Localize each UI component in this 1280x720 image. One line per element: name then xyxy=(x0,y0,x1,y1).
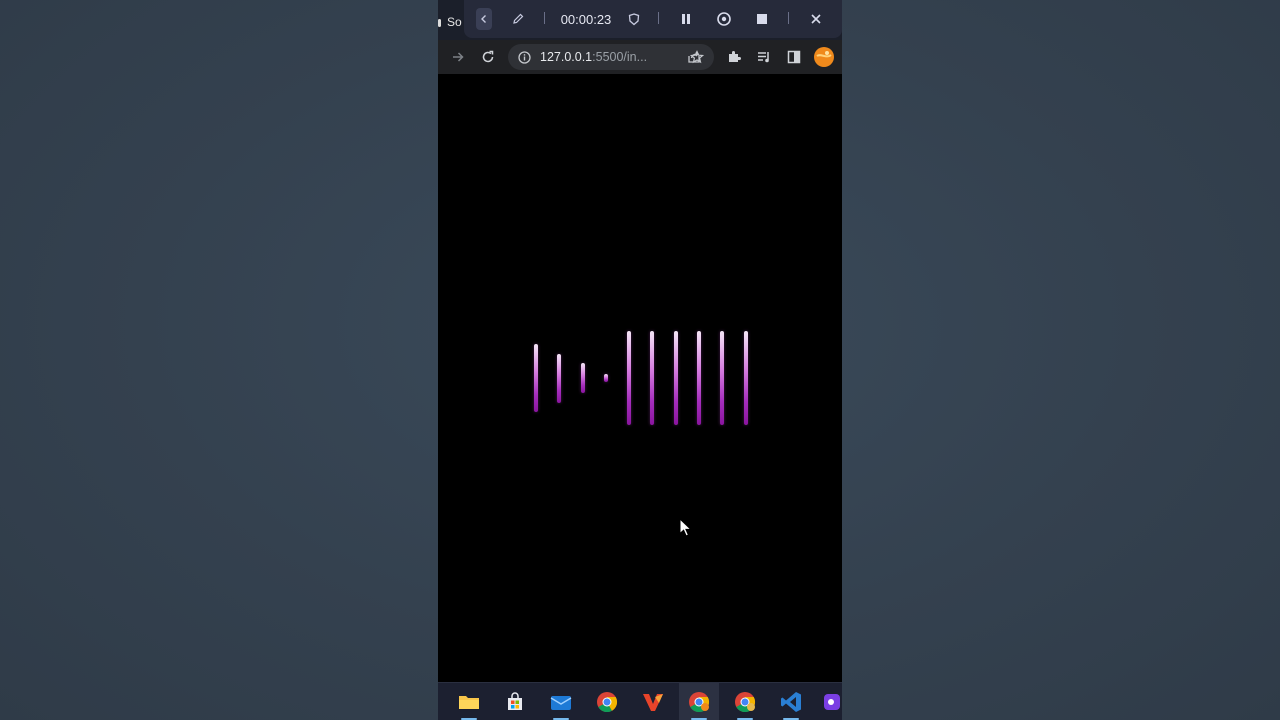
url-text: 127.0.0.1:5500/in... xyxy=(540,50,648,64)
reload-button[interactable] xyxy=(478,40,498,74)
visualizer-bar xyxy=(650,331,654,425)
tab-strip: So 00:00:23 xyxy=(438,0,842,40)
chrome-profile-icon xyxy=(689,692,710,713)
page-viewport xyxy=(438,74,842,682)
tab-title[interactable]: So xyxy=(438,15,462,29)
recorder-shield-button[interactable] xyxy=(624,0,644,38)
restart-button[interactable] xyxy=(714,0,734,38)
divider xyxy=(658,12,659,24)
media-icon xyxy=(757,52,769,63)
profile-avatar[interactable] xyxy=(813,40,835,74)
divider xyxy=(544,12,545,24)
stop-icon xyxy=(757,14,767,24)
screen-recorder-toolbar: 00:00:23 xyxy=(464,0,842,38)
stop-button[interactable] xyxy=(752,0,772,38)
chrome-profile-icon xyxy=(735,692,756,713)
taskbar-vectr[interactable] xyxy=(633,683,673,720)
tab-favicon-icon xyxy=(438,18,441,27)
extensions-icon xyxy=(729,51,741,62)
mail-icon xyxy=(550,696,572,710)
visualizer-bar xyxy=(697,331,701,425)
screen-recording-frame: So 00:00:23 127.0.0.1:5500/in... xyxy=(438,0,842,720)
visualizer-bar xyxy=(604,374,608,382)
pen-icon xyxy=(513,13,524,24)
visualizer-bar xyxy=(534,344,538,412)
recording-timer: 00:00:23 xyxy=(560,11,612,27)
media-controls-button[interactable] xyxy=(754,40,774,74)
forward-button[interactable] xyxy=(448,40,468,74)
side-panel-button[interactable] xyxy=(784,40,804,74)
visualizer-bar xyxy=(744,331,748,425)
windows-taskbar xyxy=(438,682,842,720)
close-icon xyxy=(811,14,821,24)
address-bar[interactable]: 127.0.0.1:5500/in... xyxy=(508,44,714,70)
visualizer-bar xyxy=(720,331,724,425)
shield-icon xyxy=(628,12,640,25)
close-recorder-button[interactable] xyxy=(806,0,826,38)
forward-icon xyxy=(453,52,464,62)
extensions-button[interactable] xyxy=(724,40,744,74)
browser-toolbar: 127.0.0.1:5500/in... xyxy=(438,40,842,74)
store-icon xyxy=(508,692,522,710)
vscode-icon xyxy=(781,692,801,712)
taskbar-chrome-active[interactable] xyxy=(679,683,719,720)
taskbar-microsoft-store[interactable] xyxy=(495,683,535,720)
divider xyxy=(788,12,789,24)
taskbar-vscode[interactable] xyxy=(771,683,811,720)
pause-icon xyxy=(682,14,690,24)
visualizer-bar xyxy=(581,363,585,393)
side-panel-icon xyxy=(787,50,801,64)
star-icon xyxy=(690,50,704,64)
info-icon xyxy=(517,50,531,64)
reload-icon xyxy=(482,50,494,63)
bookmark-button[interactable] xyxy=(687,40,707,74)
chevron-left-icon xyxy=(481,15,486,23)
restart-icon xyxy=(717,12,731,26)
recorder-pen-button[interactable] xyxy=(508,0,528,38)
taskbar-chrome[interactable] xyxy=(587,683,627,720)
chrome-icon xyxy=(597,692,618,713)
visualizer-bar xyxy=(674,331,678,425)
visualizer-bar xyxy=(557,353,561,403)
recorder-back-button[interactable] xyxy=(474,0,494,38)
profile-avatar-icon xyxy=(814,47,834,67)
pause-button[interactable] xyxy=(676,0,696,38)
visualizer-bar xyxy=(627,331,631,425)
mouse-cursor-icon xyxy=(679,518,693,537)
taskbar-file-explorer[interactable] xyxy=(449,683,489,720)
site-info-button[interactable] xyxy=(516,44,532,70)
taskbar-app[interactable] xyxy=(817,683,842,720)
vectr-icon xyxy=(643,694,663,711)
taskbar-chrome-profile[interactable] xyxy=(725,683,765,720)
app-icon xyxy=(823,694,840,710)
taskbar-mail[interactable] xyxy=(541,683,581,720)
folder-icon xyxy=(459,696,479,709)
